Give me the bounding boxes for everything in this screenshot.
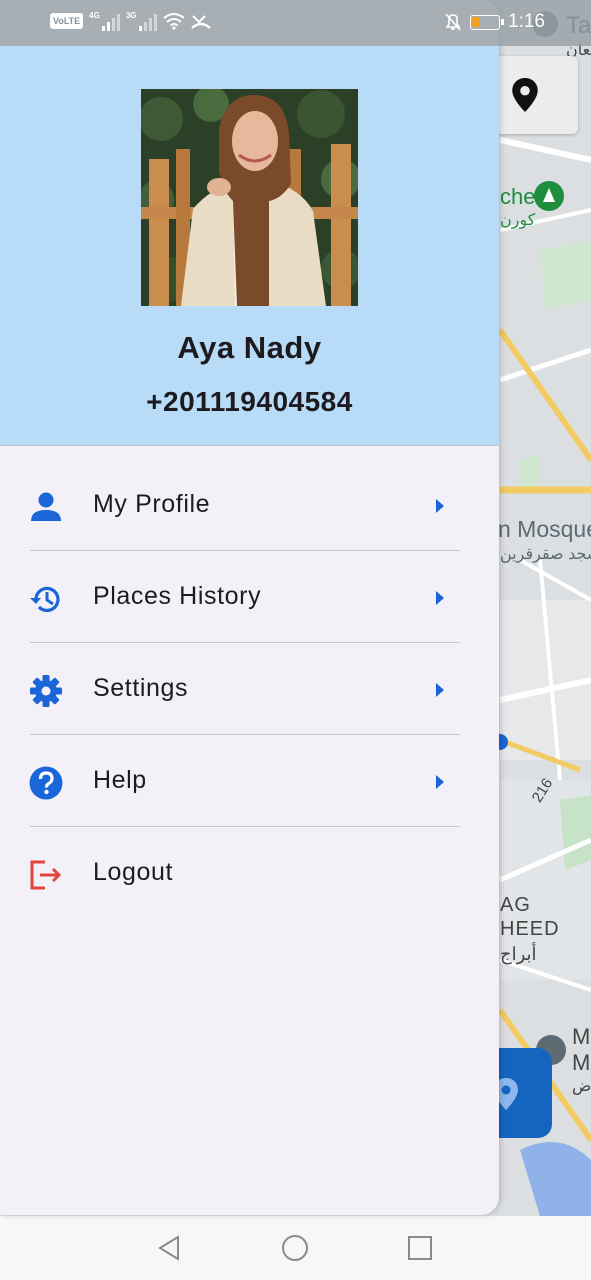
map-label: che	[500, 184, 536, 209]
map-label: AG	[500, 894, 531, 916]
map-label: أبراج	[500, 944, 537, 964]
menu-item-label: My Profile	[93, 490, 211, 518]
signal-4g-icon: 4G	[89, 11, 120, 31]
menu-item-label: Logout	[93, 858, 174, 886]
signal-3g-icon: 3G	[126, 11, 157, 31]
status-bar: VoLTE 4G 3G 1:16	[0, 0, 591, 46]
navigation-drawer: Aya Nady +201119404584 My Profile Places…	[0, 0, 499, 1215]
gear-icon	[30, 675, 62, 707]
profile-photo	[141, 89, 358, 306]
menu-item-my-profile[interactable]: My Profile	[0, 459, 499, 551]
wifi-icon	[162, 13, 185, 30]
chevron-right-icon	[436, 591, 444, 605]
user-phone: +201119404584	[146, 386, 353, 417]
status-time: 1:16	[508, 11, 545, 32]
person-icon	[31, 492, 61, 521]
menu-item-settings[interactable]: Settings	[0, 643, 499, 735]
battery-icon	[470, 14, 505, 30]
menu-item-label: Help	[93, 766, 147, 794]
menu-item-label: Places History	[93, 582, 262, 610]
logout-icon	[30, 860, 62, 890]
chevron-right-icon	[436, 499, 444, 513]
map-label: ض	[572, 1078, 591, 1095]
bell-off-icon	[445, 13, 461, 31]
history-icon	[30, 586, 60, 613]
menu-item-logout[interactable]: Logout	[0, 827, 499, 919]
map-label: n Mosque	[498, 516, 591, 542]
back-icon[interactable]	[156, 1234, 182, 1262]
help-icon	[29, 766, 63, 800]
recents-icon[interactable]	[407, 1234, 433, 1262]
map-label: سجد صقرقرين	[500, 546, 591, 563]
location-pin-icon	[512, 78, 538, 112]
user-name: Aya Nady	[177, 330, 322, 365]
menu-item-help[interactable]: Help	[0, 735, 499, 827]
chevron-right-icon	[436, 775, 444, 789]
map-label: M	[572, 1024, 591, 1049]
menu-item-places-history[interactable]: Places History	[0, 551, 499, 643]
map-label: M	[572, 1050, 591, 1075]
avatar[interactable]	[141, 89, 358, 306]
chevron-right-icon	[436, 683, 444, 697]
map-label: HEED	[500, 918, 560, 940]
drawer-header: Aya Nady +201119404584	[0, 46, 499, 446]
drawer-menu: My Profile Places History Settings Help …	[0, 459, 499, 919]
menu-item-label: Settings	[93, 674, 189, 702]
missed-call-icon	[190, 15, 211, 29]
volte-icon: VoLTE	[50, 13, 84, 29]
home-icon[interactable]	[281, 1234, 309, 1262]
system-navigation-bar	[0, 1216, 591, 1280]
map-label: كورن	[500, 212, 536, 229]
